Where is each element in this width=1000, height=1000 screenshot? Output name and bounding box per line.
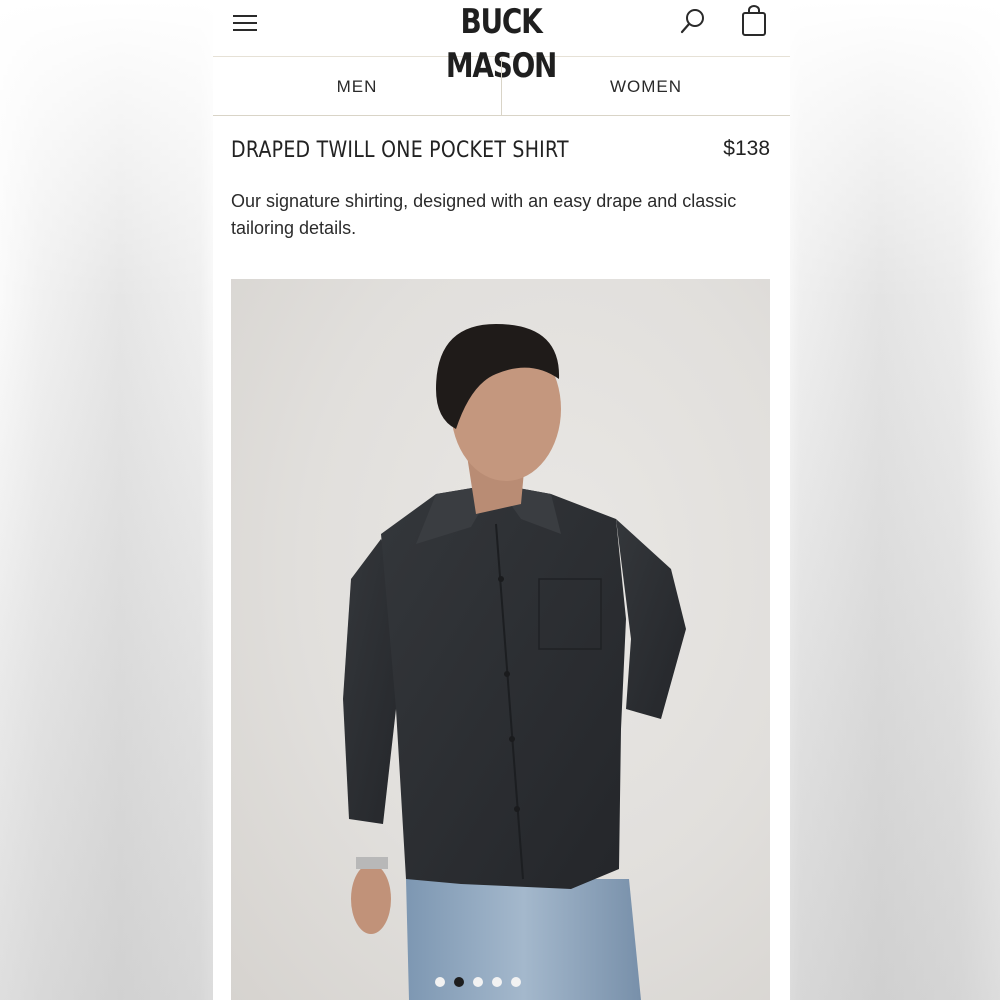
hamburger-menu-icon[interactable] [231,12,259,34]
carousel-dot[interactable] [492,977,502,987]
shopping-bag-icon[interactable] [741,5,767,37]
brand-logo[interactable]: BUCK MASON [411,0,591,86]
product-image[interactable] [231,279,770,1000]
gender-tabs: MEN WOMEN [213,58,790,116]
carousel-dot[interactable] [511,977,521,987]
carousel-dots [435,977,521,987]
carousel-dot[interactable] [473,977,483,987]
tab-women[interactable]: WOMEN [501,58,790,115]
product-title: DRAPED TWILL ONE POCKET SHIRT [231,138,569,163]
mobile-page: BUCK MASON MEN WOMEN DRAPED TWILL ONE PO… [213,0,790,1000]
carousel-dot-active[interactable] [454,977,464,987]
product-description: Our signature shirting, designed with an… [231,191,737,238]
search-icon[interactable] [679,7,707,35]
tab-men[interactable]: MEN [213,58,501,115]
product-price: $138 [723,137,770,160]
top-nav-bar: BUCK MASON [213,0,790,86]
carousel-dot[interactable] [435,977,445,987]
model-photo [343,324,686,1000]
